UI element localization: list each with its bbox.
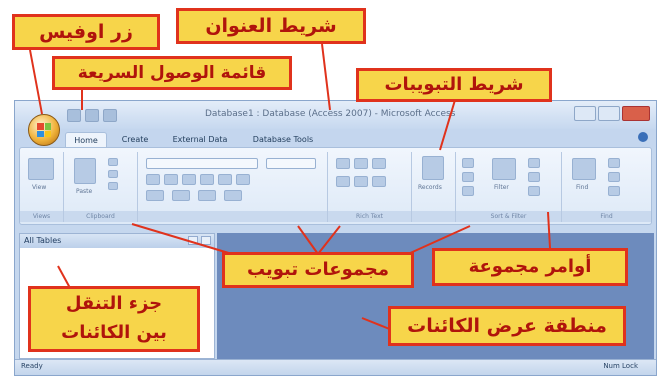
callout-navigation-pane: جزء التنقل بين الكائنات [28, 286, 200, 352]
callout-object-area: منطقة عرض الكائنات [388, 306, 626, 346]
leader-tabs-bar [439, 99, 456, 151]
callout-navigation-pane-line2: بين الكائنات [61, 322, 167, 343]
callout-group-commands: أوامر مجموعة [432, 248, 628, 286]
leader-title-bar [321, 43, 331, 111]
callout-tabs-bar: شريط التبويبات [356, 68, 552, 102]
leader-groups-b [317, 225, 341, 255]
callout-tab-groups: مجموعات تبويب [222, 252, 414, 288]
leader-groups-a [297, 225, 319, 255]
callout-title-bar: شريط العنوان [176, 8, 366, 44]
callout-navigation-pane-line1: جزء التنقل [65, 293, 163, 314]
leader-groups-c [131, 223, 233, 255]
leader-office-button [29, 49, 43, 115]
callout-office-button: زر اوفيس [12, 14, 160, 50]
leader-group-commands [547, 211, 551, 249]
callout-quick-access: قائمة الوصول السريعة [52, 56, 292, 90]
leader-nav-pane [57, 265, 71, 289]
